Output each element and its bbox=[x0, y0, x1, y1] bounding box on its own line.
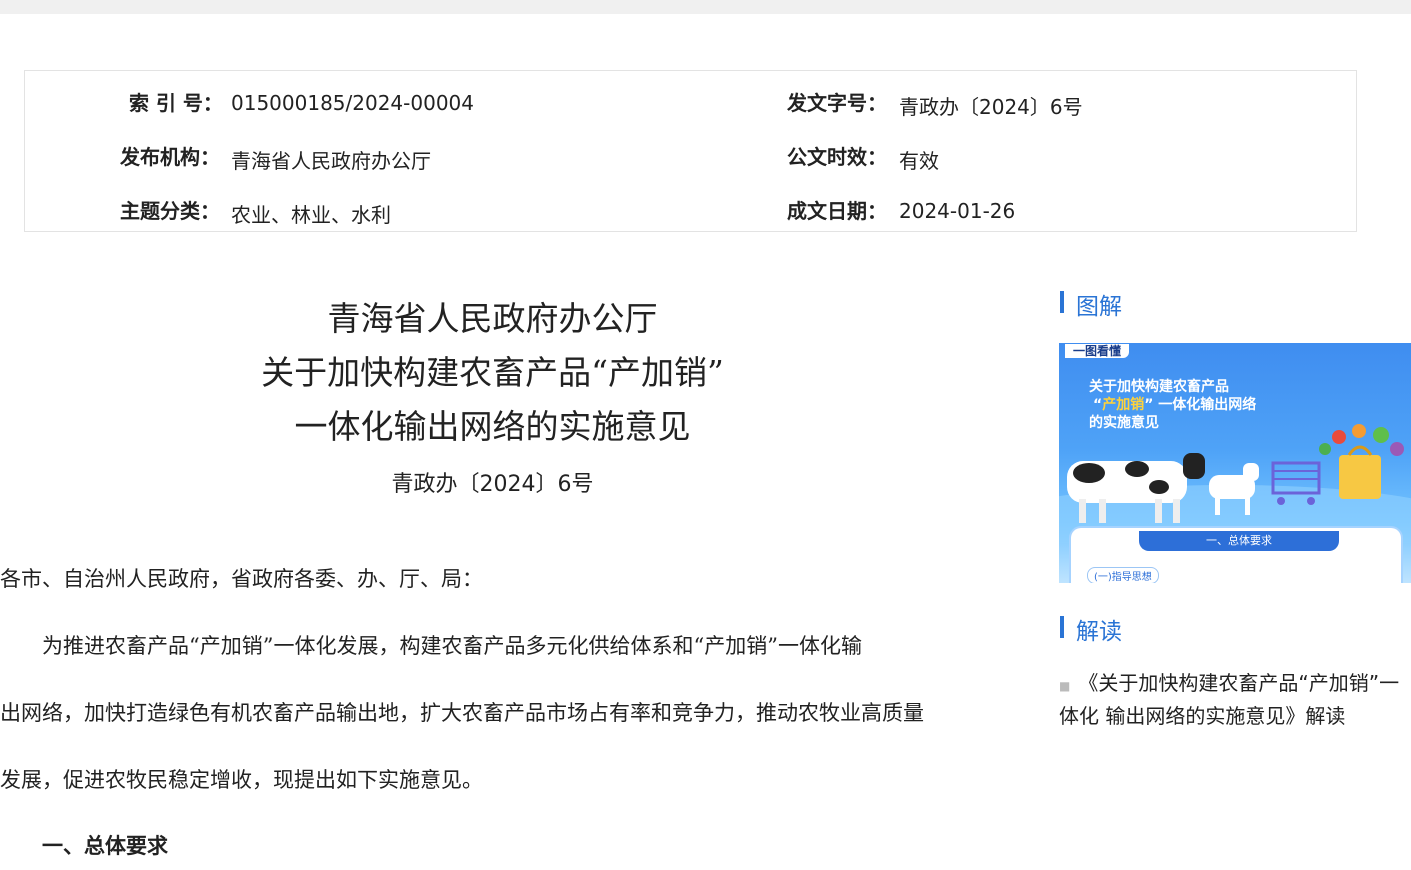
highlight-text: 产加销 bbox=[1102, 397, 1145, 413]
validity-value: 有效 bbox=[899, 149, 939, 173]
doc-code-label: 发文字号： bbox=[787, 91, 887, 115]
interpretation-heading: 解读 bbox=[1060, 612, 1122, 646]
body-line: 为推进农畜产品“产加销”一体化发展，构建农畜产品多元化供给体系和“产加销”一体化… bbox=[42, 634, 862, 658]
infographic-title-line: “产加销” 一体化输出网络 bbox=[1093, 394, 1411, 414]
bullet-icon: ■ bbox=[1059, 679, 1071, 693]
interpretation-list-item[interactable]: ■ 《关于加快构建农畜产品“产加销”一体化 输出网络的实施意见》解读 bbox=[1059, 668, 1409, 731]
publisher-value: 青海省人民政府办公厅 bbox=[231, 149, 431, 173]
infographic-tag: 一图看懂 bbox=[1065, 344, 1130, 358]
publisher-label: 发布机构： bbox=[120, 145, 220, 169]
document-number: 青政办〔2024〕6号 bbox=[391, 472, 594, 497]
quote-open: “ bbox=[1093, 397, 1103, 413]
index-value: 015000185/2024-00004 bbox=[231, 91, 474, 115]
section-heading: 一、总体要求 bbox=[42, 833, 168, 858]
index-label: 索 引 号： bbox=[129, 91, 223, 115]
date-label: 成文日期： bbox=[787, 199, 887, 223]
infographic-section-pill: 一、总体要求 bbox=[1139, 531, 1339, 551]
title-line: 关于加快构建农畜产品“产加销” bbox=[261, 353, 724, 392]
title-rest: ” 一体化输出网络 bbox=[1144, 397, 1257, 413]
salutation: 各市、自治州人民政府，省政府各委、办、厅、局： bbox=[0, 567, 483, 591]
vegetables-icon bbox=[1319, 424, 1404, 456]
topic-label: 主题分类： bbox=[120, 199, 220, 223]
topic-value: 农业、林业、水利 bbox=[231, 203, 391, 227]
document-title: 青海省人民政府办公厅 关于加快构建农畜产品“产加销” 一体化输出网络的实施意见 bbox=[0, 292, 985, 454]
doc-code-value: 青政办〔2024〕6号 bbox=[899, 95, 1083, 119]
title-line: 一体化输出网络的实施意见 bbox=[294, 407, 691, 446]
infographic-illustration bbox=[1059, 424, 1411, 543]
validity-label: 公文时效： bbox=[787, 145, 887, 169]
date-value: 2024-01-26 bbox=[899, 199, 1016, 223]
body-line: 出网络，加快打造绿色有机农畜产品输出地，扩大农畜产品市场占有率和竞争力，推动农牧… bbox=[0, 701, 924, 725]
body-line: 发展，促进农牧民稳定增收，现提出如下实施意见。 bbox=[0, 768, 483, 792]
infographic-subsection: (一)指导思想 bbox=[1087, 567, 1159, 583]
infographic-thumbnail[interactable]: 一图看懂 关于加快构建农畜产品 “产加销” 一体化输出网络 的实施意见 一、总体… bbox=[1059, 343, 1411, 583]
infographic-heading: 图解 bbox=[1060, 287, 1122, 321]
top-bar bbox=[0, 0, 1411, 14]
interpretation-link[interactable]: 《关于加快构建农畜产品“产加销”一体化 输出网络的实施意见》解读 bbox=[1059, 671, 1399, 728]
shopping-bag-icon bbox=[1339, 445, 1381, 499]
infographic-title-line: 关于加快构建农畜产品 bbox=[1089, 379, 1229, 395]
title-line: 青海省人民政府办公厅 bbox=[327, 299, 658, 338]
document-metadata-panel: 索 引 号： 015000185/2024-00004 发文字号： 青政办〔20… bbox=[24, 70, 1357, 232]
